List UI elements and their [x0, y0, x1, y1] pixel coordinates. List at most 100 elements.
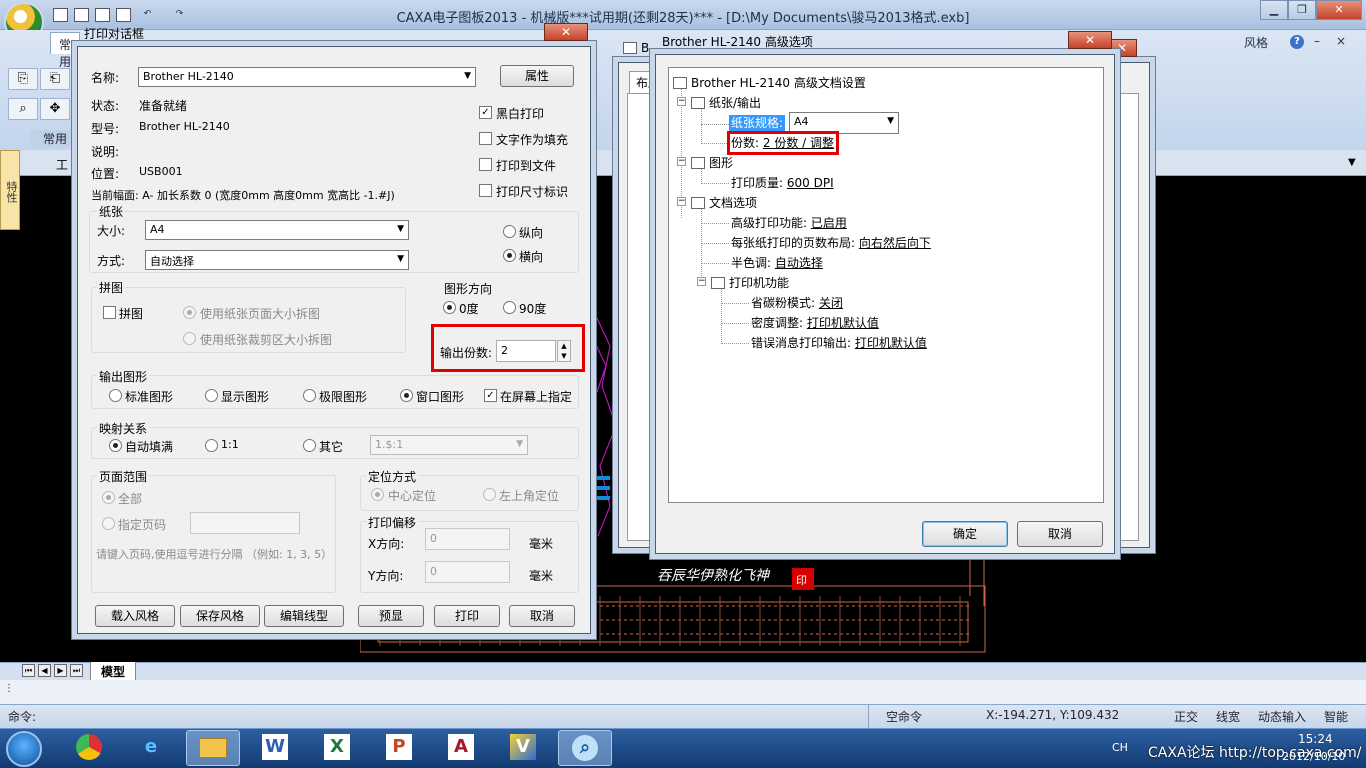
- portrait-label[interactable]: 纵向: [519, 224, 543, 241]
- tree-advanced-print[interactable]: 高级打印功能: 已启用: [731, 214, 847, 231]
- copies-link[interactable]: 2 份数 / 调整: [763, 136, 834, 150]
- advanced-print-link[interactable]: 已启用: [811, 216, 847, 230]
- range-pages-radio[interactable]: [102, 517, 115, 530]
- spin-up-icon[interactable]: ▲: [558, 341, 570, 351]
- collapse-icon[interactable]: −: [697, 277, 706, 286]
- text-fill-label[interactable]: 文字作为填充: [496, 131, 568, 148]
- tree-graphic[interactable]: 图形: [691, 154, 733, 171]
- print-button[interactable]: 打印: [434, 605, 500, 627]
- dynamic-input-toggle[interactable]: 动态输入: [1258, 708, 1306, 725]
- tab-common[interactable]: 常用: [50, 32, 81, 69]
- tree-copies[interactable]: 份数: 2 份数 / 调整: [731, 134, 834, 151]
- prev-layout-icon[interactable]: ◀: [38, 664, 51, 677]
- copies-spinner[interactable]: ▲ ▼: [557, 340, 571, 362]
- explorer-taskbar-icon[interactable]: [186, 730, 240, 766]
- printer-name-select[interactable]: Brother HL-2140 ▼: [138, 67, 476, 87]
- ortho-toggle[interactable]: 正交: [1174, 708, 1198, 725]
- offset-y-input[interactable]: 0: [425, 561, 510, 583]
- help-icon[interactable]: ?: [1290, 35, 1304, 49]
- advanced-options-close-button[interactable]: ✕: [1068, 31, 1112, 49]
- canvas-tab[interactable]: 工: [56, 156, 68, 173]
- tile-check-label[interactable]: 拼图: [119, 305, 143, 322]
- ribbon-close-icon[interactable]: ×: [1336, 34, 1346, 48]
- ie-taskbar-icon[interactable]: e: [124, 730, 178, 766]
- linewidth-toggle[interactable]: 线宽: [1216, 708, 1240, 725]
- language-indicator[interactable]: CH: [1112, 741, 1128, 754]
- tree-toner-save[interactable]: 省碳粉模式: 关闭: [751, 294, 843, 311]
- tile-crop-radio[interactable]: [183, 332, 196, 345]
- style-label[interactable]: 风格: [1244, 34, 1268, 51]
- out-limits-label[interactable]: 极限图形: [319, 388, 367, 405]
- last-layout-icon[interactable]: ⏭: [70, 664, 83, 677]
- collapse-icon[interactable]: −: [677, 97, 686, 106]
- next-layout-icon[interactable]: ▶: [54, 664, 67, 677]
- map-other-radio[interactable]: [303, 439, 316, 452]
- portrait-radio[interactable]: [503, 225, 516, 238]
- toner-save-link[interactable]: 关闭: [819, 296, 843, 310]
- command-area[interactable]: [0, 680, 1366, 704]
- print-dialog-close-button[interactable]: ✕: [544, 23, 588, 41]
- out-display-radio[interactable]: [205, 389, 218, 402]
- tree-print-quality[interactable]: 打印质量: 600 DPI: [731, 174, 834, 191]
- landscape-radio[interactable]: [503, 249, 516, 262]
- offset-x-input[interactable]: 0: [425, 528, 510, 550]
- collapse-icon[interactable]: −: [677, 157, 686, 166]
- tree-root[interactable]: Brother HL-2140 高级文档设置: [673, 74, 866, 91]
- map-other-label[interactable]: 其它: [319, 438, 343, 455]
- paper-size-select[interactable]: A4 ▼: [145, 220, 409, 240]
- error-print-link[interactable]: 打印机默认值: [855, 336, 927, 350]
- bw-print-checkbox[interactable]: ✓: [479, 106, 492, 119]
- tree-pages-layout[interactable]: 每张纸打印的页数布局: 向右然后向下: [731, 234, 931, 251]
- start-button[interactable]: [6, 731, 42, 767]
- range-pages-input[interactable]: [190, 512, 300, 534]
- restore-button[interactable]: ❐: [1288, 0, 1316, 20]
- print-to-file-label[interactable]: 打印到文件: [496, 157, 556, 174]
- properties-side-panel[interactable]: 特性: [0, 150, 20, 230]
- close-app-button[interactable]: ✕: [1316, 0, 1362, 20]
- bw-print-label[interactable]: 黑白打印: [496, 105, 544, 122]
- tile-checkbox[interactable]: [103, 306, 116, 319]
- command-prompt[interactable]: 命令:: [8, 708, 36, 725]
- paper-method-select[interactable]: 自动选择 ▼: [145, 250, 409, 270]
- out-window-label[interactable]: 窗口图形: [416, 388, 464, 405]
- out-window-radio[interactable]: [400, 389, 413, 402]
- out-standard-radio[interactable]: [109, 389, 122, 402]
- onscreen-label[interactable]: 在屏幕上指定: [500, 388, 572, 405]
- ok-button[interactable]: 确定: [922, 521, 1008, 547]
- clock-date[interactable]: 2012/10/10: [1282, 750, 1345, 763]
- text-fill-checkbox[interactable]: [479, 132, 492, 145]
- density-link[interactable]: 打印机默认值: [807, 316, 879, 330]
- deg90-label[interactable]: 90度: [519, 300, 546, 317]
- powerpoint-taskbar-icon[interactable]: P: [372, 730, 426, 766]
- pan-icon[interactable]: ✥: [40, 98, 70, 120]
- range-all-radio[interactable]: [102, 491, 115, 504]
- print-to-file-checkbox[interactable]: [479, 158, 492, 171]
- onscreen-checkbox[interactable]: ✓: [484, 389, 497, 402]
- size-mark-label[interactable]: 打印尺寸标识: [496, 183, 568, 200]
- tile-page-radio[interactable]: [183, 306, 196, 319]
- edit-linetype-button[interactable]: 编辑线型: [264, 605, 344, 627]
- advanced-cancel-button[interactable]: 取消: [1017, 521, 1103, 547]
- deg90-radio[interactable]: [503, 301, 516, 314]
- tree-density[interactable]: 密度调整: 打印机默认值: [751, 314, 879, 331]
- deg0-label[interactable]: 0度: [459, 300, 479, 317]
- out-limits-radio[interactable]: [303, 389, 316, 402]
- print-quality-link[interactable]: 600 DPI: [787, 176, 834, 190]
- excel-taskbar-icon[interactable]: X: [310, 730, 364, 766]
- pages-layout-link[interactable]: 向右然后向下: [859, 236, 931, 250]
- properties-button[interactable]: 属性: [500, 65, 574, 87]
- spin-down-icon[interactable]: ▼: [558, 351, 570, 361]
- smart-toggle[interactable]: 智能: [1324, 708, 1348, 725]
- size-mark-checkbox[interactable]: [479, 184, 492, 197]
- chrome-taskbar-icon[interactable]: [62, 730, 116, 766]
- pos-center-radio[interactable]: [371, 488, 384, 501]
- tree-paper-output[interactable]: 纸张/输出: [691, 94, 761, 111]
- map-auto-label[interactable]: 自动填满: [125, 438, 173, 455]
- access-taskbar-icon[interactable]: A: [434, 730, 488, 766]
- canvas-dropdown-icon[interactable]: ▼: [1348, 157, 1356, 168]
- map-1to1-radio[interactable]: [205, 439, 218, 452]
- tree-printer-features[interactable]: 打印机功能: [711, 274, 789, 291]
- zoom-icon[interactable]: ⌕: [8, 98, 38, 120]
- deg0-radio[interactable]: [443, 301, 456, 314]
- advanced-settings-tree[interactable]: Brother HL-2140 高级文档设置 − 纸张/输出 纸张规格: A4 ▼…: [668, 67, 1104, 503]
